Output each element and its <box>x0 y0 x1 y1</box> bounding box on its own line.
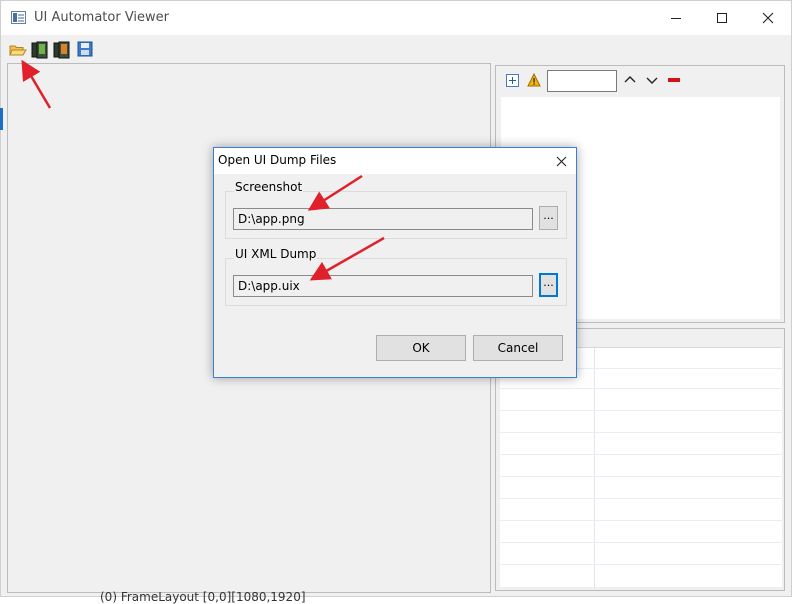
screenshot-path-field[interactable]: D:\app.png <box>233 208 533 230</box>
table-row <box>500 476 782 477</box>
minimize-icon <box>671 17 681 19</box>
screenshot-browse-button[interactable]: ... <box>539 206 558 230</box>
chevron-up-icon[interactable] <box>622 72 638 88</box>
window-title: UI Automator Viewer <box>34 10 170 25</box>
warning-icon[interactable] <box>527 73 541 87</box>
maximize-icon <box>717 13 727 23</box>
table-row <box>500 542 782 543</box>
screenshot-label: Screenshot <box>234 180 304 194</box>
xml-dump-path-field[interactable]: D:\app.uix <box>233 275 533 297</box>
xml-dump-label: UI XML Dump <box>234 247 318 261</box>
screenshot-group: Screenshot D:\app.png ... <box>225 180 567 239</box>
device-screenshot-compressed-icon <box>53 41 70 59</box>
background-window-text: (0) FrameLayout [0,0][1080,1920] <box>100 590 306 604</box>
table-row <box>500 432 782 433</box>
device-screenshot-icon <box>31 41 48 59</box>
toolbar <box>1 38 791 62</box>
close-button[interactable] <box>745 1 791 35</box>
properties-table[interactable] <box>500 347 782 588</box>
close-icon <box>556 156 566 166</box>
remove-icon[interactable] <box>668 78 680 82</box>
dialog-close-button[interactable] <box>548 149 574 173</box>
save-icon <box>77 41 93 57</box>
device-screenshot-compressed-button[interactable] <box>53 41 71 59</box>
hierarchy-toolbar <box>496 66 784 96</box>
table-row <box>500 454 782 455</box>
dialog-title: Open UI Dump Files <box>218 153 337 167</box>
title-bar[interactable]: UI Automator Viewer <box>1 1 791 35</box>
table-row <box>500 564 782 565</box>
open-dump-dialog: Open UI Dump Files Screenshot D:\app.png… <box>213 147 577 378</box>
save-button[interactable] <box>77 41 95 59</box>
search-input[interactable] <box>547 70 617 92</box>
close-icon <box>762 12 774 24</box>
table-row <box>500 410 782 411</box>
column-divider <box>594 348 595 588</box>
table-row <box>500 498 782 499</box>
dialog-title-bar[interactable]: Open UI Dump Files <box>214 148 576 174</box>
open-button[interactable] <box>9 41 27 59</box>
background-window-sliver <box>0 108 3 130</box>
cancel-button[interactable]: Cancel <box>473 335 563 361</box>
ok-button[interactable]: OK <box>376 335 466 361</box>
app-icon <box>11 11 26 24</box>
table-row <box>500 520 782 521</box>
minimize-button[interactable] <box>653 1 699 35</box>
expand-all-icon[interactable] <box>506 74 519 87</box>
open-folder-icon <box>9 45 27 56</box>
maximize-button[interactable] <box>699 1 745 35</box>
device-screenshot-button[interactable] <box>31 41 49 59</box>
table-row <box>500 388 782 389</box>
xml-dump-group: UI XML Dump D:\app.uix ... <box>225 247 567 306</box>
xml-dump-browse-button[interactable]: ... <box>539 273 558 297</box>
chevron-down-icon[interactable] <box>644 72 660 88</box>
